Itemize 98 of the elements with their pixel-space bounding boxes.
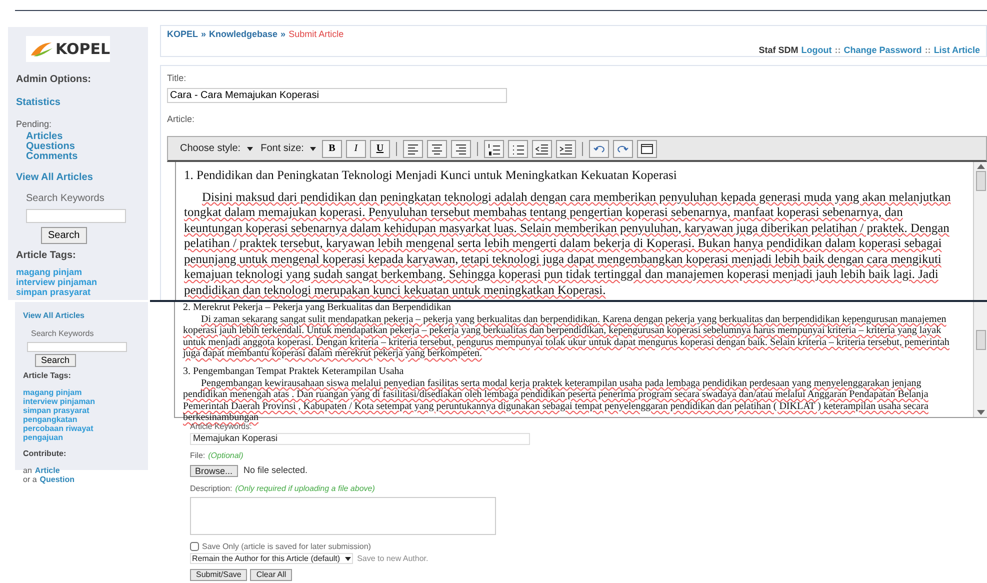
article-paragraph: Di zaman sekarang sangat sulit mendapatkan pekerja – pekerja yang berkualitas dan berpendidikan. Karena dengan pekerja yang berkualitas dan berpendidikan kepengurusan manajemen koperasi jauh lebih terkendali. Untuk mendapatkan pekerja – pekerja yang berkualitas dan berpendidikan, kepengurusan koperasi sebelumnya harus mempunyai kriteria – kriteria yang layak untuk menjadi anggota koperasi. Dengan kriteria – kriteria tersebut, pengurus mempunyai tolak ukur untuk dapat mengurus koperasi dengan baik. Selain kriteria – kriteria tersebut, pemerintah juga dapat membantu koperasi dalam merekrut pekerja yang berkompeten. [183,314,950,360]
browse-button[interactable]: Browse... [190,464,238,477]
view-all-articles-link[interactable]: View All Articles [16,170,93,184]
form-button[interactable]: Clear All [250,568,292,580]
article-paragraph: Disini maksud dari pendidikan dan peningkatan teknologi adalah dengan cara memberikan penyuluhan kepada generasi muda yang akan melanjutkan tongkat dalam memajukan koperasi. Penyuluhan tersebut membahas tentang pengertian koperasi sebenarnya, manfaat koperasi sebenarnya, dan keuntungan koperasi sebenarnya dalam kehidupan masyarkat luas. Selain memberikan penyuluhan, karyawan juga diberikan pelatihan / praktek. Dengan pelatihan / praktek tersebut, karyawan lebih mengenal serta lebih mengerti dalam bekerja di Koperasi. Bukan hanya pendidikan dalam koperasi sebagai penunjang untuk mengenal koperasi kepada karyawan, tetapi teknologi juga dapat mengembangkan koperasi menjadi lebih baik dengan cara mengikuti kemajuan teknologi yang sudah sangat berkembang. Sehingga koperasi pun tidak tertinggal dan manajemen koperasi menjadi jauh lebih baik lagi. Jadi pendidikan dan teknologi merupakan kunci kekuatan untuk meningkatkan Koperasi. [184,190,952,298]
pending-link[interactable]: Comments [26,152,78,162]
field-hint: (Only required if uploading a file above) [235,482,375,494]
dropdown[interactable]: Choose style: [178,141,255,156]
field-label: Article Keywords: [190,422,252,433]
article-heading: 2. Merekrut Pekerja – Pekerja yang Berkualitas dan Berpendidikan [183,302,452,314]
indent-button[interactable] [556,140,576,158]
outdent-icon [534,142,549,156]
numbered-list-button[interactable] [484,140,504,158]
view-all-articles-link[interactable]: View All Articles [23,310,85,322]
author-dropdown[interactable]: Remain the Author for this Article (default) [190,553,354,564]
author-note: Save to new Author. [357,552,428,564]
keywords-field[interactable]: Memajukan Koperasi [190,433,530,445]
numbered-list-icon [486,142,501,156]
scroll-up-icon [976,164,984,169]
search-button[interactable]: Search [35,354,76,367]
tag-link[interactable]: magang pinjam [23,388,82,397]
align-center-button[interactable] [426,140,447,158]
save-only-checkbox[interactable] [190,542,199,551]
format-button[interactable]: I [346,140,366,158]
window-icon [640,142,654,156]
leaf-logo-icon [30,40,54,58]
article-heading: 3. Pengembangan Tempat Praktek Keterampilan Usaha [183,366,405,378]
tag-link[interactable]: pengangkatan [23,415,78,424]
align-right-button[interactable] [450,140,471,158]
bullet-list-button[interactable] [508,140,528,158]
tag-link[interactable]: magang pinjam [16,266,82,276]
user-link[interactable]: Logout [801,44,832,57]
search-field[interactable] [27,342,127,352]
format-button[interactable]: U [370,140,390,158]
contribute-text: an [23,466,32,475]
field-label: Article: [167,112,196,126]
user-link[interactable]: Change Password [844,44,922,57]
scroll-down-icon [976,410,984,415]
field-label: Description: [190,482,232,494]
description-field[interactable] [190,496,496,534]
tag-link[interactable]: simpan prasyarat [23,406,90,415]
article-heading: 1. Pendidikan dan Peningkatan Teknologi Menjadi Kunci untuk Meningkatkan Kekuatan Koperasi [184,168,678,184]
breadcrumb-current: Submit Article [288,28,344,41]
pending-link[interactable]: Articles [26,132,63,142]
undo-button[interactable] [588,140,609,158]
breadcrumb-separator: » [201,28,206,41]
scrollbar[interactable] [973,302,987,417]
redo-button[interactable] [612,140,633,158]
contribute-link[interactable]: Question [40,475,74,484]
outdent-button[interactable] [532,140,552,158]
user-name: Staf SDM [758,44,798,56]
align-center-icon [430,142,444,156]
scrollbar-thumb[interactable] [976,171,986,191]
pending-link[interactable]: Questions [26,142,75,152]
article-paragraph: Pengembangan kewirausahaan siswa melalui penyedian fasilitas serta modal kerja praktek keterampilan usaha pada lembaga pendidikan perdesaan yang menyelenggarakan jenjang pendidikan menengah atas . Dan ruangan yang di fasilitasi/disediakan oleh lembaga pendidikan peserta penerima program secara swadaya dan/atau melalui Anggaran Pendapatan Belanja Pemerintah Daerah Provinsi , Kabupaten / Kota setempat yang peruntukannya digunakan sebagai tempat penyelenggaran pendidikan dan pelatihan ( DIKLAT ) keterampilan usaha secara berkesinambungan [183,378,930,424]
breadcrumb-link[interactable]: Knowledgebase [209,28,278,42]
format-button[interactable]: B [322,140,342,158]
align-right-icon [454,142,468,156]
file-status: No file selected. [244,464,308,477]
align-left-button[interactable] [402,140,423,158]
caret-icon [345,556,352,560]
indent-icon [558,142,573,156]
breadcrumb-link[interactable]: KOPEL [167,28,198,42]
sidebar-heading: Contribute: [23,448,68,460]
tag-link[interactable]: percobaan riwayat [23,424,94,433]
field-hint: (Optional) [208,450,244,462]
caret-icon [310,146,316,150]
breadcrumb-separator: » [280,28,286,41]
search-label: Search Keywords [31,328,95,340]
sidebar-heading: Article Tags: [16,248,77,262]
field-label: Title: [167,72,188,85]
contribute-text: or a [23,475,37,484]
pending-label: Pending: [16,118,53,131]
sidebar-heading: Article Tags: [23,370,72,382]
dropdown[interactable]: Font size: [258,141,318,156]
window-button[interactable] [636,140,657,158]
link-separator: :: [834,44,841,56]
sidebar-heading: Admin Options: [16,73,92,87]
search-button[interactable]: Search [41,226,87,244]
link-separator: :: [924,44,931,56]
checkbox-label: Save Only (article is saved for later submission) [202,540,371,552]
tag-link[interactable]: simpan prasyarat [16,286,91,296]
search-field[interactable] [26,208,126,222]
tag-link[interactable]: pengajuan [23,433,64,442]
scrollbar-thumb[interactable] [976,330,986,350]
statistics-link[interactable]: Statistics [16,95,60,110]
align-left-icon [406,142,420,156]
title-field[interactable]: Cara - Cara Memajukan Koperasi [167,88,507,102]
field-label: File: [190,450,206,462]
logo-text: KOPEL [56,42,110,56]
search-label: Search Keywords [26,192,106,206]
scrollbar[interactable] [973,162,987,300]
form-button[interactable]: Submit/Save [190,568,248,580]
caret-icon [246,146,253,150]
user-link[interactable]: List Article [934,44,980,57]
tag-link[interactable]: interview pinjaman [23,397,96,406]
contribute-link[interactable]: Article [34,466,60,475]
tag-link[interactable]: interview pinjaman [16,276,98,286]
